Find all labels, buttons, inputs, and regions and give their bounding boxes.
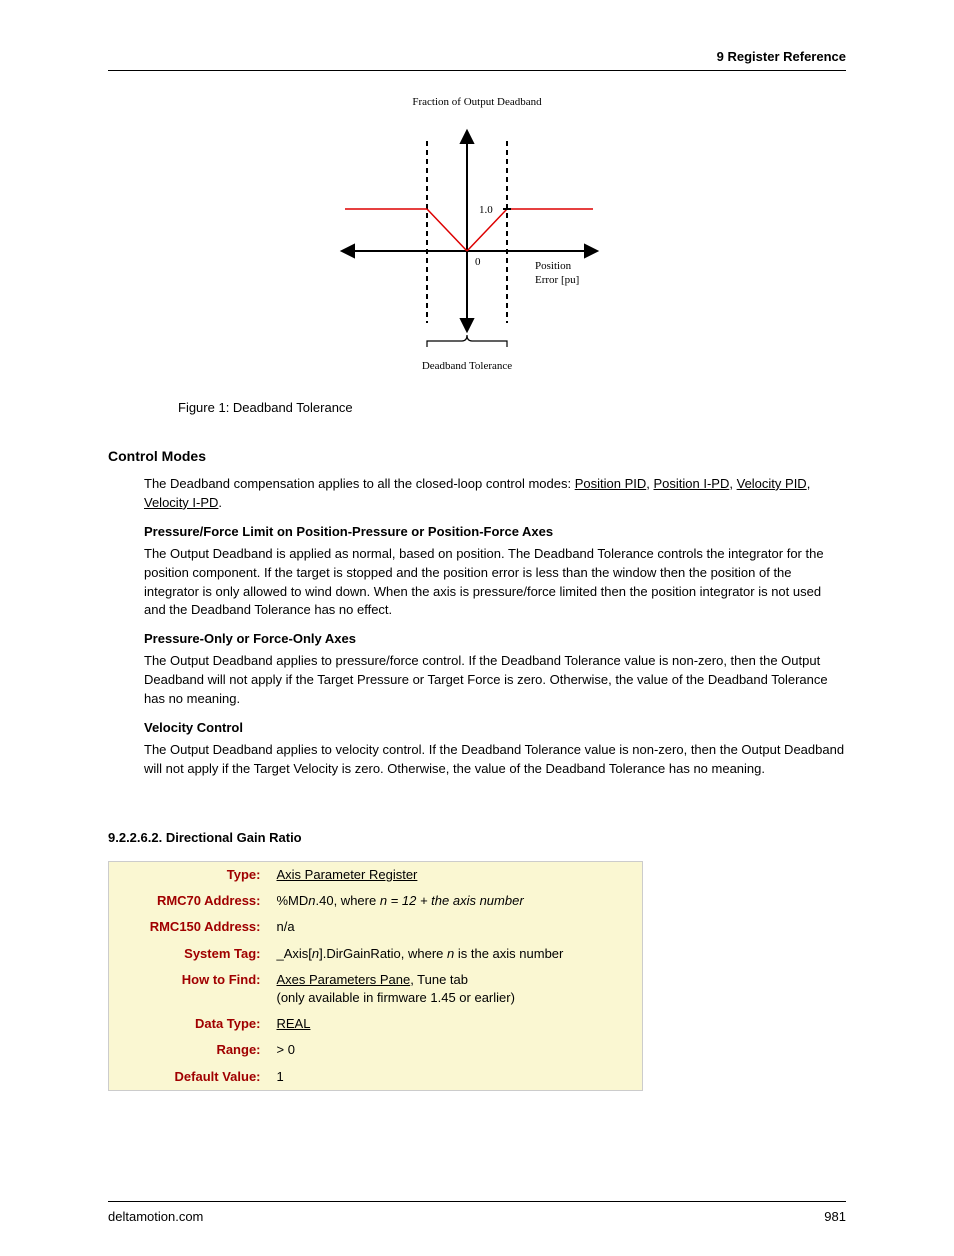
row-default-label: Default Value: bbox=[109, 1064, 269, 1091]
row-howto-label: How to Find: bbox=[109, 967, 269, 1011]
footer-site: deltamotion.com bbox=[108, 1208, 203, 1226]
link-real[interactable]: REAL bbox=[277, 1016, 311, 1031]
heading-directional-gain-ratio: 9.2.2.6.2. Directional Gain Ratio bbox=[108, 829, 846, 847]
row-default-value: 1 bbox=[269, 1064, 643, 1091]
register-info-table: Type: Axis Parameter Register RMC70 Addr… bbox=[108, 861, 643, 1091]
bracket-label: Deadband Tolerance bbox=[422, 360, 512, 372]
heading-velocity-control: Velocity Control bbox=[144, 719, 846, 737]
para-velocity-control: The Output Deadband applies to velocity … bbox=[144, 741, 846, 779]
link-position-ipd[interactable]: Position I-PD bbox=[654, 476, 730, 491]
link-axis-parameter-register[interactable]: Axis Parameter Register bbox=[277, 867, 418, 882]
heading-pressure-only: Pressure-Only or Force-Only Axes bbox=[144, 630, 846, 648]
row-dtype-value: REAL bbox=[269, 1011, 643, 1037]
row-dtype-label: Data Type: bbox=[109, 1011, 269, 1037]
origin-label: 0 bbox=[475, 256, 481, 268]
para-pressure-only: The Output Deadband applies to pressure/… bbox=[144, 652, 846, 709]
row-rmc150-value: n/a bbox=[269, 914, 643, 940]
chart-title: Fraction of Output Deadband bbox=[412, 96, 542, 108]
row-type-label: Type: bbox=[109, 862, 269, 889]
deadband-chart: Fraction of Output Deadband bbox=[327, 91, 627, 391]
link-position-pid[interactable]: Position PID bbox=[575, 476, 647, 491]
row-systag-value: _Axis[n].DirGainRatio, where n is the ax… bbox=[269, 941, 643, 967]
row-rmc70-label: RMC70 Address: bbox=[109, 888, 269, 914]
footer-page-number: 981 bbox=[824, 1208, 846, 1226]
chapter-title: 9 Register Reference bbox=[717, 49, 846, 64]
y-tick-label: 1.0 bbox=[479, 204, 493, 216]
row-rmc70-value: %MDn.40, where n = 12 + the axis number bbox=[269, 888, 643, 914]
link-axes-parameters-pane[interactable]: Axes Parameters Pane bbox=[277, 972, 411, 987]
link-velocity-pid[interactable]: Velocity PID bbox=[737, 476, 807, 491]
row-range-value: > 0 bbox=[269, 1037, 643, 1063]
x-axis-label-1: Position bbox=[535, 260, 572, 272]
heading-pressure-force-limit: Pressure/Force Limit on Position-Pressur… bbox=[144, 523, 846, 541]
page-footer: deltamotion.com 981 bbox=[108, 1201, 846, 1226]
row-range-label: Range: bbox=[109, 1037, 269, 1063]
x-axis-label-2: Error [pu] bbox=[535, 274, 579, 286]
figure-deadband-tolerance: Fraction of Output Deadband bbox=[108, 91, 846, 417]
heading-control-modes: Control Modes bbox=[108, 447, 846, 467]
row-type-value: Axis Parameter Register bbox=[269, 862, 643, 889]
row-rmc150-label: RMC150 Address: bbox=[109, 914, 269, 940]
control-modes-intro: The Deadband compensation applies to all… bbox=[144, 475, 846, 513]
figure-caption: Figure 1: Deadband Tolerance bbox=[178, 399, 846, 417]
row-systag-label: System Tag: bbox=[109, 941, 269, 967]
row-howto-value: Axes Parameters Pane, Tune tab(only avai… bbox=[269, 967, 643, 1011]
para-pressure-force-limit: The Output Deadband is applied as normal… bbox=[144, 545, 846, 620]
link-velocity-ipd[interactable]: Velocity I-PD bbox=[144, 495, 218, 510]
page-header: 9 Register Reference bbox=[108, 48, 846, 71]
